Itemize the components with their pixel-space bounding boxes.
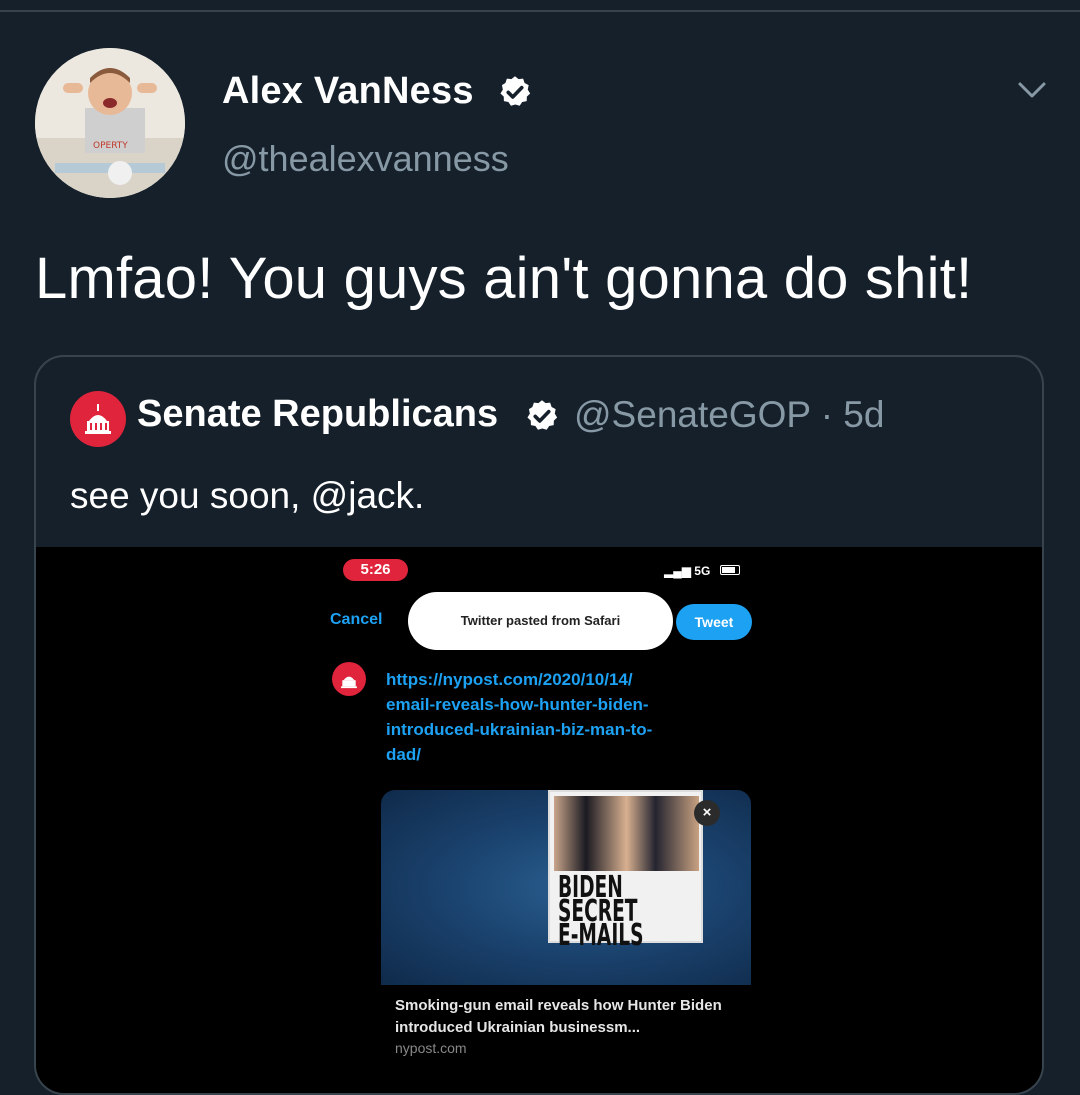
quoted-tweet-text: see you soon, @jack. — [70, 475, 425, 516]
capitol-icon — [70, 391, 126, 447]
separator-dot: · — [820, 394, 834, 435]
signal-status: ▂▄▆ 5G — [664, 564, 711, 578]
top-divider — [0, 10, 1080, 12]
quoted-handle-line: @SenateGOP · 5d — [574, 394, 884, 436]
url-line: dad/ — [386, 745, 421, 764]
url-line: https://nypost.com/2020/10/14/ — [386, 670, 633, 689]
cover-photo — [554, 796, 699, 871]
cancel-button: Cancel — [330, 611, 383, 628]
cover-headline: E-MAILS — [558, 918, 644, 953]
quoted-tweet-card[interactable]: Senate Republicans @SenateGOP · 5d see y… — [34, 355, 1044, 1095]
link-preview-card: BIDEN SECRET E-MAILS × Smoking-gun email… — [381, 790, 751, 1093]
verified-badge-icon — [527, 400, 558, 430]
svg-text:OPERTY: OPERTY — [93, 141, 128, 151]
quoted-author-handle: @SenateGOP — [574, 394, 811, 435]
author-name[interactable]: Alex VanNess — [222, 70, 474, 113]
network-label: 5G — [694, 564, 711, 578]
chevron-down-icon[interactable] — [1012, 75, 1052, 105]
status-time: 5:26 — [343, 559, 408, 581]
url-line: introduced-ukrainian-biz-man-to- — [386, 720, 653, 739]
battery-icon — [720, 565, 740, 575]
tweet-button: Tweet — [676, 604, 752, 640]
link-preview-image: BIDEN SECRET E-MAILS × — [381, 790, 751, 985]
tweet-text: Lmfao! You guys ain't gonna do shit! — [35, 246, 973, 311]
link-title: Smoking-gun email reveals how Hunter Bid… — [395, 997, 722, 1036]
capitol-icon — [332, 662, 366, 696]
paste-banner: Twitter pasted from Safari — [408, 592, 673, 650]
author-avatar[interactable]: OPERTY — [35, 48, 185, 198]
quoted-media-screenshot[interactable]: 5:26 ▂▄▆ 5G Cancel Twitter pasted from S… — [36, 547, 1042, 1093]
verified-badge-icon — [500, 76, 531, 106]
newspaper-cover: BIDEN SECRET E-MAILS — [548, 790, 703, 951]
quoted-tweet-age: 5d — [843, 394, 885, 435]
close-icon: × — [694, 800, 720, 826]
quoted-author-name: Senate Republicans — [137, 393, 499, 435]
author-handle[interactable]: @thealexvanness — [222, 138, 509, 180]
url-line: email-reveals-how-hunter-biden- — [386, 695, 649, 714]
link-domain: nypost.com — [395, 1040, 467, 1056]
